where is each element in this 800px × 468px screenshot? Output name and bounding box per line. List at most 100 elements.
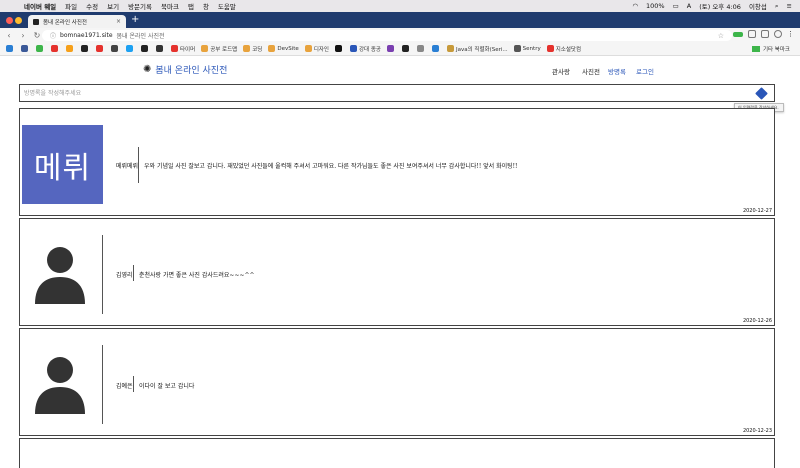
sidebar-icon[interactable] (748, 30, 756, 38)
bookmark-favicon-icon (21, 45, 28, 52)
nav-exhibition[interactable]: 사진전 (582, 66, 600, 76)
input-source-icon[interactable]: A (687, 2, 691, 10)
nav-login[interactable]: 로그인 (636, 66, 654, 76)
bookmark-item[interactable]: 타이머 (171, 45, 195, 53)
entry-divider (138, 147, 139, 183)
menu-help[interactable]: 도움말 (218, 1, 236, 11)
bookmark-label: Sentry (522, 45, 541, 52)
menu-kebab-icon[interactable]: ⋮ (787, 30, 794, 38)
bookmark-item[interactable] (21, 45, 30, 52)
bookmark-label: Java의 직렬화(Seri... (456, 46, 508, 53)
nav-about[interactable]: 관사랑 (552, 66, 570, 76)
entry-divider (133, 265, 134, 281)
entry-divider (102, 345, 103, 424)
site-favicon (33, 18, 39, 25)
bookmark-item[interactable] (51, 45, 60, 52)
user-name[interactable]: 이창섭 (749, 1, 767, 11)
bookmark-favicon-icon (141, 45, 148, 52)
bookmark-favicon-icon (66, 45, 73, 52)
menu-edit[interactable]: 수정 (86, 1, 98, 11)
bookmark-favicon-icon (513, 45, 521, 52)
search-icon[interactable]: ⌕ (775, 2, 779, 11)
new-tab-button[interactable]: + (131, 15, 139, 25)
wifi-icon[interactable]: ◠ (632, 2, 638, 10)
bookmark-favicon-icon (546, 45, 554, 52)
bookmark-label: DevSite (277, 45, 299, 52)
menu-tab[interactable]: 탭 (188, 1, 194, 11)
bookmark-item[interactable] (96, 45, 105, 52)
bookmark-item[interactable]: DevSite (268, 45, 299, 52)
bookmark-item[interactable]: 디자인 (304, 45, 329, 53)
bookmark-item[interactable] (126, 45, 135, 52)
tab-overview-icon[interactable] (761, 30, 769, 38)
browser-tab[interactable]: 봄내 온라인 사진전 × (28, 15, 126, 28)
guestbook-entry: 메뤼 메뤼메뤼 우와 기념일 사진 잘보고 갑니다. 재밌었던 사진들에 울컥해… (19, 108, 775, 216)
bookmark-item[interactable] (36, 45, 45, 52)
site-logo[interactable]: ✺ 봄내 온라인 사진전 (143, 63, 227, 76)
bookmark-item[interactable] (141, 45, 150, 52)
close-window-button[interactable] (6, 17, 13, 24)
bookmark-item[interactable]: 코딩 (243, 45, 262, 53)
battery-icon[interactable]: ▭ (673, 2, 679, 10)
site-info-icon[interactable]: ⓘ (50, 31, 56, 40)
profile-icon[interactable] (774, 30, 782, 38)
entry-message: 우와 기념일 사진 잘보고 갑니다. 재밌었던 사진들에 울컥해 주셔서 고마워… (144, 163, 518, 170)
address-bar[interactable]: ⓘ bomnae1971.site 봄내 온라인 사진전 ☆ (42, 30, 732, 41)
bookmark-item[interactable] (6, 45, 15, 52)
minimize-window-button[interactable] (15, 17, 22, 24)
bookmark-star-icon[interactable]: ☆ (718, 32, 724, 40)
extension-icon[interactable] (733, 31, 743, 37)
tab-title: 봄내 온라인 사진전 (43, 19, 87, 26)
sun-icon: ✺ (143, 64, 152, 75)
forward-icon[interactable]: › (18, 31, 28, 40)
guestbook-input[interactable]: 방명록을 작성해주세요 (19, 84, 775, 102)
menu-history[interactable]: 방문기록 (128, 1, 152, 11)
bookmark-favicon-icon (156, 45, 163, 52)
bookmark-item[interactable] (111, 45, 120, 52)
app-menu[interactable]: 네이버 웨일 (24, 1, 56, 11)
tab-strip: 봄내 온라인 사진전 × + (0, 12, 800, 28)
entry-date: 2020-12-23 (742, 428, 772, 434)
bookmark-item[interactable]: 강대 종공 (350, 45, 381, 53)
bookmark-item[interactable] (81, 45, 90, 52)
bookmark-item[interactable] (417, 45, 426, 52)
clock[interactable]: (토) 오후 4:06 (699, 1, 741, 11)
entry-date: 2020-12-27 (742, 208, 772, 214)
bookmark-favicon-icon (335, 45, 342, 52)
bookmark-item[interactable] (432, 45, 441, 52)
bookmark-label: 디자인 (313, 46, 329, 53)
menu-file[interactable]: 파일 (65, 1, 77, 11)
other-bookmarks[interactable]: 기타 북마크 (751, 45, 790, 53)
back-icon[interactable]: ‹ (4, 31, 14, 40)
bookmark-item[interactable] (335, 45, 344, 52)
entry-author: 김영리 (116, 272, 133, 279)
navigation-bar: ‹ › ↻ ⓘ bomnae1971.site 봄내 온라인 사진전 ☆ ⋮ (0, 28, 800, 42)
bookmark-item[interactable]: Java의 직렬화(Seri... (447, 45, 508, 53)
web-page: ✺ 봄내 온라인 사진전 관사랑 사진전 방명록 로그인 방명록을 작성해주세요… (0, 57, 800, 468)
tab-close-icon[interactable]: × (116, 18, 121, 25)
control-center-icon[interactable]: ≡ (787, 2, 792, 10)
entry-message: 춘천사랑 가면 좋은 사진 감사드려요~~~^^ (139, 272, 255, 279)
bookmark-favicon-icon (111, 45, 118, 52)
menu-bookmarks[interactable]: 북마크 (161, 1, 179, 11)
bookmark-item[interactable] (156, 45, 165, 52)
url-text: bomnae1971.site (60, 32, 113, 39)
menu-window[interactable]: 창 (203, 1, 209, 11)
bookmark-favicon-icon (171, 45, 178, 52)
menu-view[interactable]: 보기 (107, 1, 119, 11)
reload-icon[interactable]: ↻ (32, 31, 42, 40)
bookmark-item[interactable]: 지소설닷컴 (546, 45, 581, 53)
nav-guestbook[interactable]: 방명록 (608, 66, 626, 76)
bookmark-item[interactable] (66, 45, 75, 52)
bookmark-favicon-icon (402, 45, 409, 52)
bookmark-item[interactable] (387, 45, 396, 52)
other-bookmarks-label: 기타 북마크 (762, 47, 790, 53)
bookmark-label: 강대 종공 (359, 46, 381, 53)
bookmark-favicon-icon (36, 45, 43, 52)
bookmark-item[interactable]: Sentry (513, 45, 541, 52)
entry-divider (102, 235, 103, 314)
bookmark-item[interactable] (402, 45, 411, 52)
bookmark-label: 코딩 (252, 46, 263, 53)
bookmark-item[interactable]: 공부 로드맵 (201, 45, 237, 53)
bookmark-favicon-icon (81, 45, 88, 52)
